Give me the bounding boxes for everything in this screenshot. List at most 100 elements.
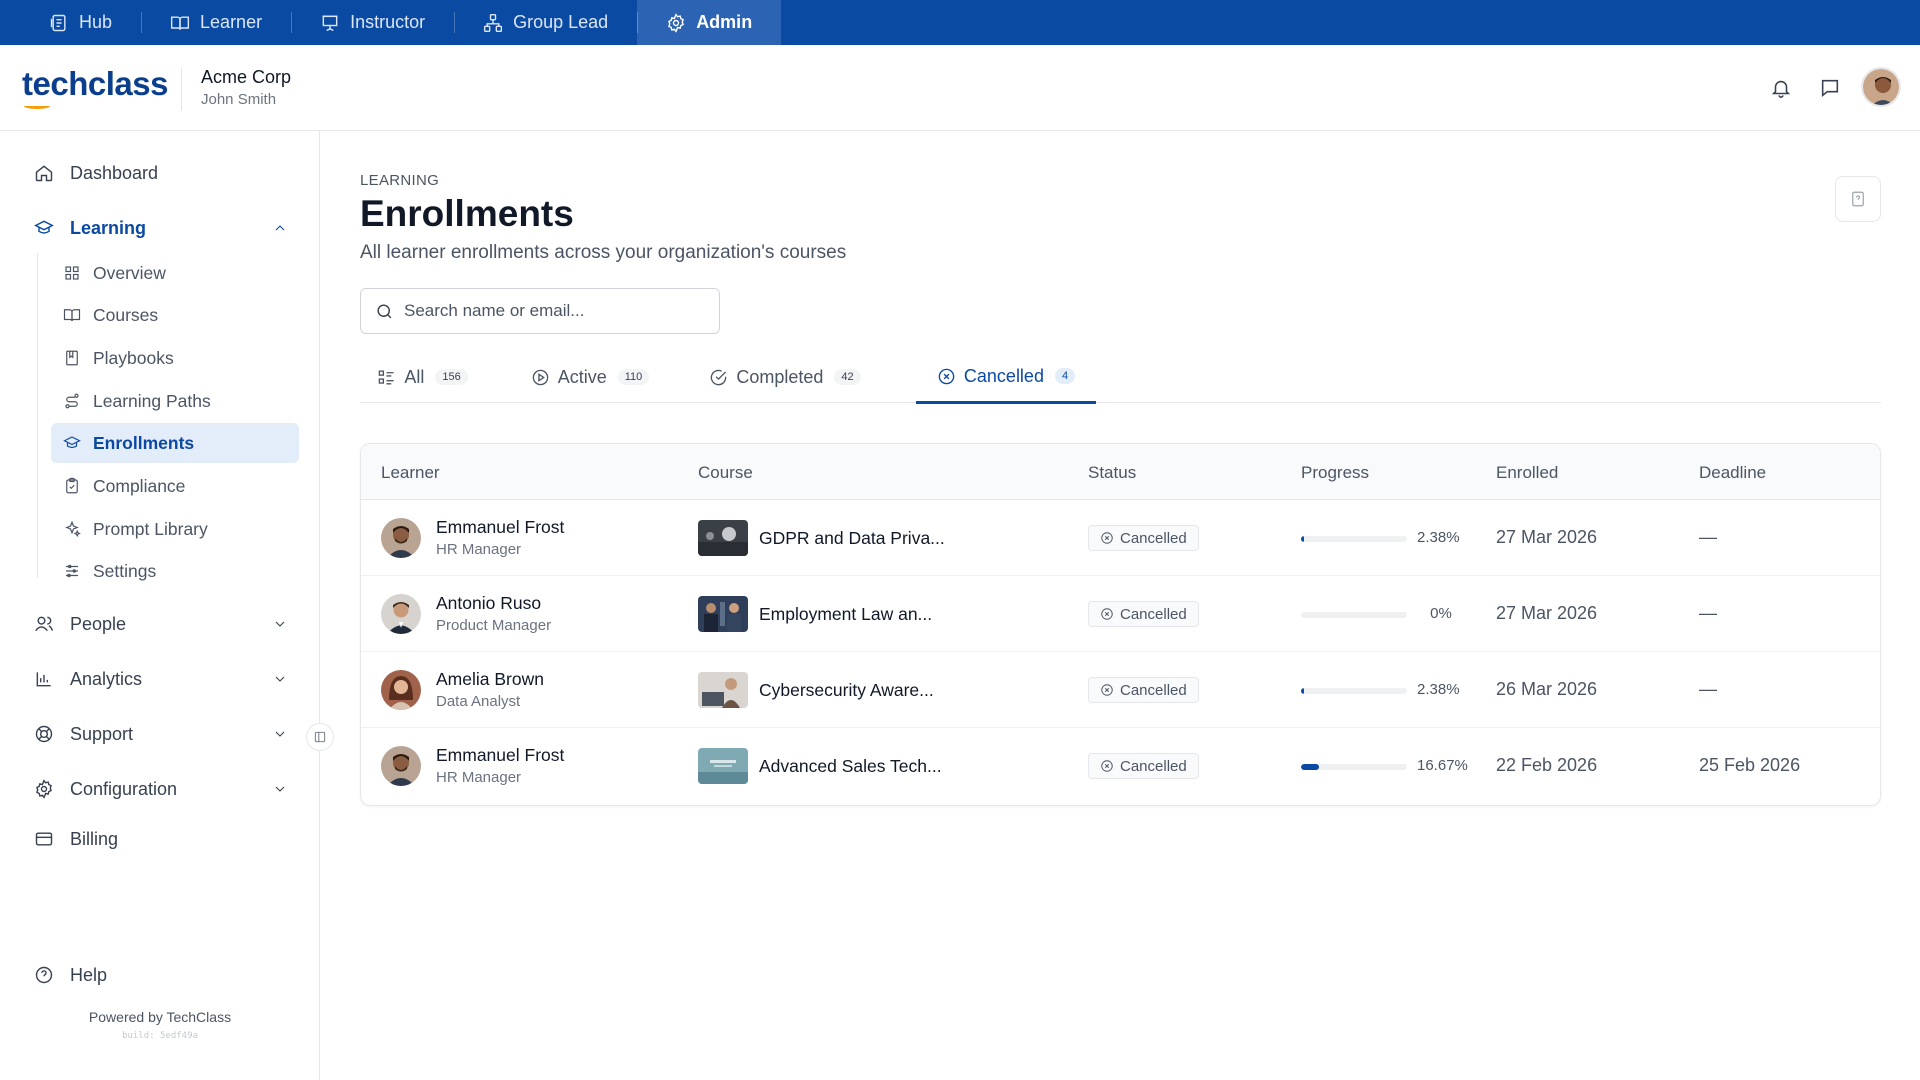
search-icon: [377, 303, 392, 318]
course-title[interactable]: Employment Law an...: [759, 604, 932, 625]
sidebar-item-label: Prompt Library: [93, 518, 208, 539]
route-icon: [65, 393, 79, 409]
status-badge: Cancelled: [1088, 525, 1199, 551]
notifications-button[interactable]: [1768, 75, 1794, 101]
table-row[interactable]: Amelia Brown Data Analyst Cybersecurity …: [361, 652, 1880, 728]
column-header-progress[interactable]: Progress: [1301, 463, 1369, 483]
learner-name[interactable]: Amelia Brown: [436, 669, 544, 690]
learner-avatar: [381, 594, 421, 634]
progress-bar: [1301, 764, 1407, 770]
course-thumbnail: [698, 748, 748, 784]
topbar-admin[interactable]: Admin: [637, 0, 782, 45]
learner-name[interactable]: Antonio Ruso: [436, 593, 541, 614]
chevron-down-icon: [275, 786, 285, 792]
org-switcher[interactable]: Acme Corp John Smith: [201, 67, 291, 108]
topbar-group-lead[interactable]: Group Lead: [454, 0, 637, 45]
search-input[interactable]: [404, 301, 704, 321]
progress-percent: 2.38%: [1417, 529, 1460, 546]
logo-swoosh: [24, 103, 50, 109]
column-header-enrolled[interactable]: Enrolled: [1496, 463, 1558, 483]
column-header-deadline[interactable]: Deadline: [1699, 463, 1766, 483]
status-badge: Cancelled: [1088, 753, 1199, 779]
sidebar-item-people[interactable]: People: [34, 607, 288, 641]
course-title[interactable]: GDPR and Data Priva...: [759, 528, 945, 549]
x-circle-icon: [1101, 532, 1113, 544]
topbar-instructor[interactable]: Instructor: [291, 0, 454, 45]
column-header-course[interactable]: Course: [698, 463, 753, 483]
page-title: Enrollments: [360, 193, 574, 234]
tab-label: All: [404, 366, 425, 387]
topbar-hub[interactable]: Hub: [20, 0, 141, 45]
sparkles-icon: [65, 520, 81, 538]
sidebar-item-label: Compliance: [93, 475, 186, 496]
status-badge: Cancelled: [1088, 601, 1199, 627]
deadline-date: —: [1699, 679, 1717, 699]
column-header-status[interactable]: Status: [1088, 463, 1136, 483]
sidebar-item-label: Learning: [70, 217, 147, 238]
tab-active[interactable]: Active 110: [510, 351, 670, 403]
user-name: John Smith: [201, 91, 277, 108]
learner-name[interactable]: Emmanuel Frost: [436, 517, 564, 538]
sidebar-item-label: Configuration: [70, 778, 178, 799]
table-row[interactable]: Antonio Ruso Product Manager Employment …: [361, 576, 1880, 652]
topbar-learner[interactable]: Learner: [141, 0, 291, 45]
sidebar-item-settings[interactable]: Settings: [51, 551, 299, 591]
tab-cancelled[interactable]: Cancelled 4: [916, 351, 1096, 404]
sidebar-item-courses[interactable]: Courses: [51, 295, 299, 335]
grid-icon: [65, 266, 79, 280]
learner-avatar: [381, 518, 421, 558]
tab-count: 42: [834, 369, 861, 385]
sidebar-item-dashboard[interactable]: Dashboard: [34, 156, 288, 190]
enrolled-date: 27 Mar 2026: [1496, 603, 1598, 623]
users-icon: [35, 616, 54, 632]
progress-fill: [1301, 536, 1304, 542]
sidebar-item-overview[interactable]: Overview: [51, 253, 299, 293]
status-label: Cancelled: [1120, 757, 1187, 775]
tab-all[interactable]: All 156: [360, 351, 485, 403]
user-avatar[interactable]: [1861, 67, 1901, 107]
page-help-button[interactable]: [1835, 176, 1881, 222]
sidebar-item-analytics[interactable]: Analytics: [34, 662, 288, 696]
chevron-up-icon: [275, 225, 285, 231]
sidebar-item-learning-paths[interactable]: Learning Paths: [51, 381, 299, 421]
sidebar-item-prompt-library[interactable]: Prompt Library: [51, 509, 299, 549]
topbar-group-lead-label: Group Lead: [513, 12, 609, 32]
sidebar-item-playbooks[interactable]: Playbooks: [51, 338, 299, 378]
column-header-learner[interactable]: Learner: [381, 463, 440, 483]
sidebar: Dashboard Learning Overview Courses Play…: [0, 131, 334, 1080]
sidebar-item-help[interactable]: Help: [34, 958, 288, 992]
graduation-cap-icon: [34, 220, 54, 234]
learner-avatar: [381, 746, 421, 786]
sidebar-item-support[interactable]: Support: [34, 717, 288, 751]
learner-name[interactable]: Emmanuel Frost: [436, 745, 564, 766]
sidebar-item-billing[interactable]: Billing: [34, 822, 288, 856]
sidebar-item-configuration[interactable]: Configuration: [34, 772, 288, 806]
table-row[interactable]: Emmanuel Frost HR Manager GDPR and Data …: [361, 500, 1880, 576]
book-open-icon: [170, 15, 190, 30]
techclass-logo[interactable]: techclass: [22, 65, 168, 109]
sidebar-item-compliance[interactable]: Compliance: [51, 466, 299, 506]
progress-percent: 2.38%: [1417, 681, 1460, 698]
sidebar-item-label: Playbooks: [93, 347, 174, 368]
course-title[interactable]: Advanced Sales Tech...: [759, 756, 942, 777]
course-title[interactable]: Cybersecurity Aware...: [759, 680, 934, 701]
breadcrumb: LEARNING: [360, 172, 440, 189]
status-badge: Cancelled: [1088, 677, 1199, 703]
x-circle-icon: [938, 368, 955, 384]
course-thumbnail: [698, 672, 748, 708]
sidebar-item-label: Analytics: [70, 668, 143, 689]
sidebar-item-label: People: [70, 613, 127, 634]
list-icon: [379, 369, 394, 385]
sidebar-item-label: Learning Paths: [93, 390, 211, 411]
sidebar-item-enrollments[interactable]: Enrollments: [51, 423, 299, 463]
avatar-portrait: [381, 670, 421, 710]
tab-label: Cancelled: [963, 365, 1044, 386]
tab-completed[interactable]: Completed 42: [695, 351, 875, 403]
thumbnail-image: [698, 596, 748, 632]
messages-button[interactable]: [1817, 75, 1843, 101]
thumbnail-image: [698, 748, 748, 784]
powered-by: Powered by TechClass: [88, 1009, 232, 1025]
table-row[interactable]: Emmanuel Frost HR Manager Advanced Sales…: [361, 728, 1880, 804]
sidebar-item-learning[interactable]: Learning: [34, 211, 288, 245]
book-icon: [63, 309, 81, 322]
